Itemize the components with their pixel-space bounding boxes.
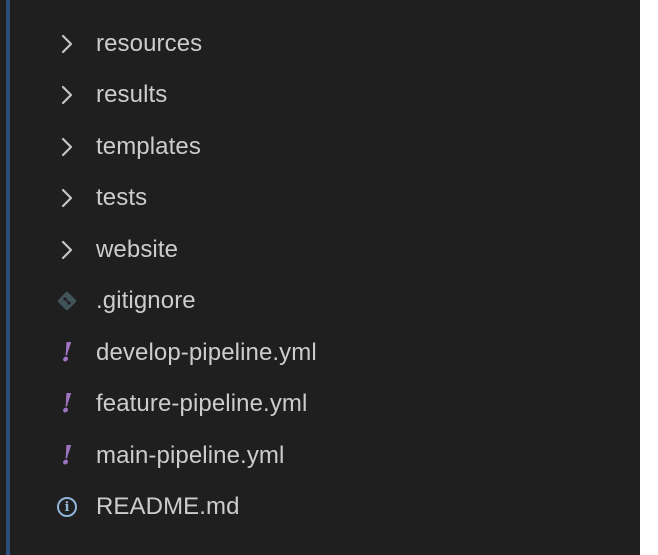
tree-item-label: README.md (96, 493, 240, 521)
tree-item-label: feature-pipeline.yml (96, 390, 308, 418)
tree-item-label: website (96, 235, 179, 263)
tree-item-label: tests (96, 184, 148, 212)
tree-item-label: main-pipeline.yml (96, 441, 285, 469)
chevron-right-icon (52, 224, 82, 276)
tree-item-main-pipeline[interactable]: ! main-pipeline.yml (0, 430, 640, 482)
file-tree: resources results templates tests websit (0, 18, 640, 533)
tree-item-gitignore[interactable]: .gitignore (0, 276, 640, 328)
tree-item-label: results (96, 81, 168, 109)
info-icon: i (52, 482, 82, 534)
chevron-right-icon (52, 173, 82, 225)
tree-item-feature-pipeline[interactable]: ! feature-pipeline.yml (0, 379, 640, 431)
tree-item-label: templates (96, 132, 201, 160)
yaml-icon: ! (61, 389, 73, 420)
tree-item-templates[interactable]: templates (0, 121, 640, 173)
yaml-icon: ! (61, 440, 73, 471)
tree-item-develop-pipeline[interactable]: ! develop-pipeline.yml (0, 327, 640, 379)
yaml-icon: ! (61, 337, 73, 368)
tree-item-results[interactable]: results (0, 70, 640, 122)
tree-item-resources[interactable]: resources (0, 18, 640, 70)
tree-item-label: develop-pipeline.yml (96, 338, 317, 366)
chevron-right-icon (52, 18, 82, 70)
chevron-right-icon (52, 121, 82, 173)
tree-item-readme[interactable]: i README.md (0, 482, 640, 534)
tree-item-website[interactable]: website (0, 224, 640, 276)
chevron-right-icon (52, 70, 82, 122)
tree-item-tests[interactable]: tests (0, 173, 640, 225)
file-explorer: resources results templates tests websit (0, 0, 644, 555)
tree-item-label: .gitignore (96, 287, 196, 315)
tree-item-label: resources (96, 29, 203, 57)
git-icon (52, 276, 82, 328)
